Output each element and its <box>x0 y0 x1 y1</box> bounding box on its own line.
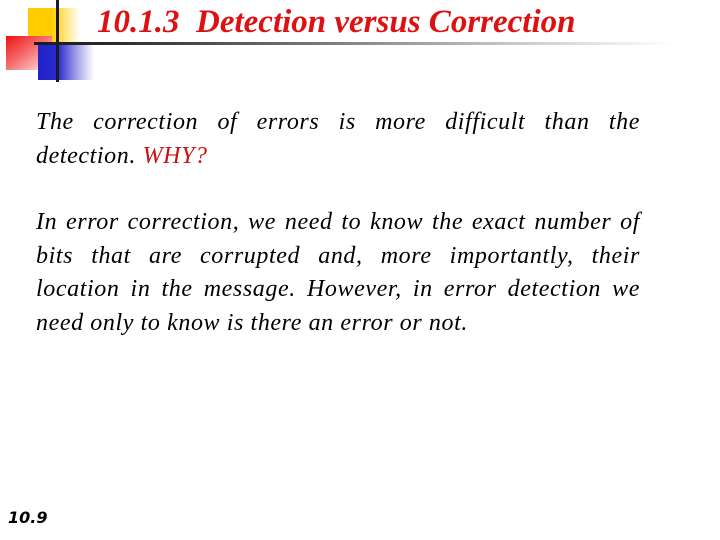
slide-title: 10.1.3 Detection versus Correction <box>97 4 576 40</box>
slide-logo-decoration <box>0 0 100 90</box>
paragraph-explanation: In error correction, we need to know the… <box>36 209 640 336</box>
title-underline-divider <box>34 42 674 45</box>
paragraph-question: The correction of errors is more difficu… <box>36 106 640 173</box>
logo-blue-square <box>38 44 94 80</box>
slide-body: The correction of errors is more difficu… <box>36 106 640 373</box>
why-highlight: WHY? <box>142 142 208 169</box>
paragraph-question-text: The correction of errors is more difficu… <box>36 109 640 169</box>
slide-page-number: 10.9 <box>8 508 48 527</box>
logo-vertical-line <box>56 0 59 82</box>
